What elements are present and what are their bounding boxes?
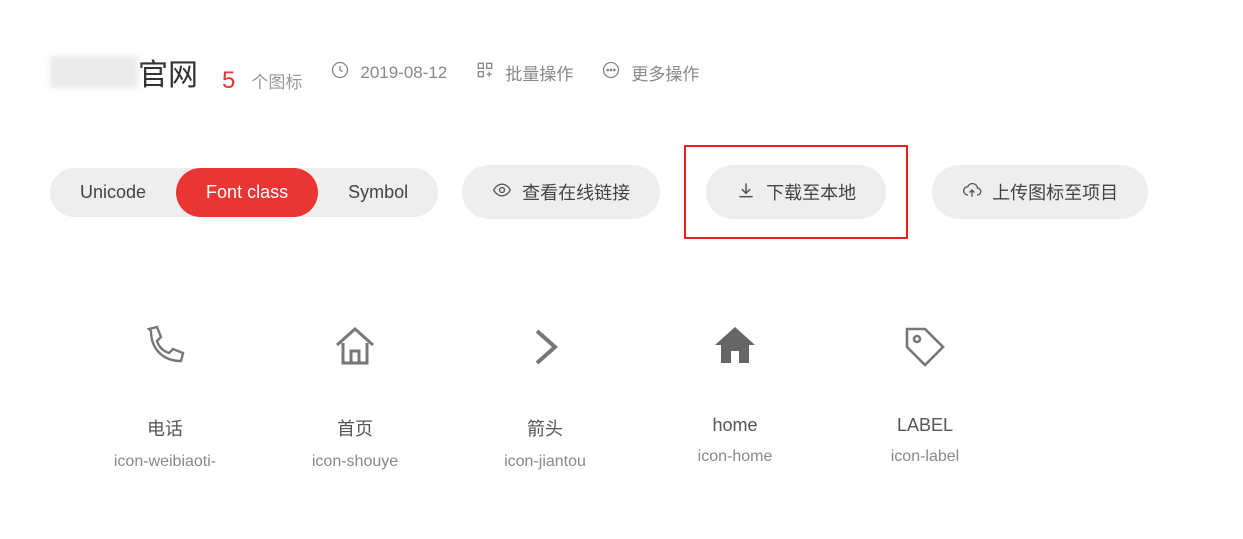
view-online-link-label: 查看在线链接 — [522, 179, 630, 205]
download-label: 下载至本地 — [766, 179, 856, 205]
more-action[interactable]: 更多操作 — [601, 60, 699, 85]
icon-title: home — [712, 415, 757, 436]
icon-card-arrow[interactable]: 箭头 icon-jiantou — [460, 319, 630, 471]
phone-icon — [137, 319, 193, 375]
date-text: 2019-08-12 — [360, 63, 447, 83]
batch-action[interactable]: 批量操作 — [475, 60, 573, 85]
icon-code: icon-label — [891, 448, 959, 466]
icon-code: icon-home — [698, 448, 773, 466]
home-solid-icon — [707, 319, 763, 375]
view-online-link-button[interactable]: 查看在线链接 — [462, 165, 660, 219]
icon-card-home-solid[interactable]: home icon-home — [650, 319, 820, 471]
more-icon — [601, 60, 621, 85]
icon-card-label[interactable]: LABEL icon-label — [840, 319, 1010, 471]
tab-fontclass[interactable]: Font class — [176, 168, 318, 217]
download-icon — [736, 180, 756, 205]
icon-card-home-outline[interactable]: 首页 icon-shouye — [270, 319, 440, 471]
title-block: 官网 5 个图标 — [50, 50, 302, 95]
eye-icon — [492, 180, 512, 205]
icon-card-phone[interactable]: 电话 icon-weibiaoti- — [80, 319, 250, 471]
icons-grid: 电话 icon-weibiaoti- 首页 icon-shouye 箭头 ico… — [50, 319, 1193, 471]
icon-title: 首页 — [337, 415, 373, 441]
header: 官网 5 个图标 2019-08-12 批量操作 更多操作 — [50, 50, 1193, 95]
icon-title: LABEL — [897, 415, 953, 436]
icon-count-label: 个图标 — [251, 68, 302, 93]
tab-unicode[interactable]: Unicode — [50, 168, 176, 217]
icon-code: icon-jiantou — [504, 453, 586, 471]
batch-label: 批量操作 — [505, 60, 573, 85]
tag-icon — [897, 319, 953, 375]
upload-label: 上传图标至项目 — [992, 179, 1118, 205]
icon-code: icon-weibiaoti- — [114, 453, 216, 471]
upload-button[interactable]: 上传图标至项目 — [932, 165, 1148, 219]
tab-symbol[interactable]: Symbol — [318, 168, 438, 217]
format-tabs: Unicode Font class Symbol — [50, 168, 438, 217]
clock-icon — [330, 60, 350, 85]
chevron-right-icon — [517, 319, 573, 375]
batch-icon — [475, 60, 495, 85]
cloud-upload-icon — [962, 180, 982, 205]
title-suffix: 官网 — [138, 50, 198, 94]
icon-title: 箭头 — [527, 415, 563, 441]
page-title: 官网 — [50, 50, 198, 94]
icon-code: icon-shouye — [312, 453, 398, 471]
download-button[interactable]: 下载至本地 — [706, 165, 886, 219]
download-highlight-box: 下载至本地 — [684, 145, 908, 239]
icon-count: 5 — [222, 67, 235, 95]
date-item[interactable]: 2019-08-12 — [330, 60, 447, 85]
redacted-prefix — [50, 56, 138, 88]
icon-title: 电话 — [147, 415, 183, 441]
home-outline-icon — [327, 319, 383, 375]
toolbar: Unicode Font class Symbol 查看在线链接 下载至本地 上… — [50, 145, 1193, 239]
more-label: 更多操作 — [631, 60, 699, 85]
